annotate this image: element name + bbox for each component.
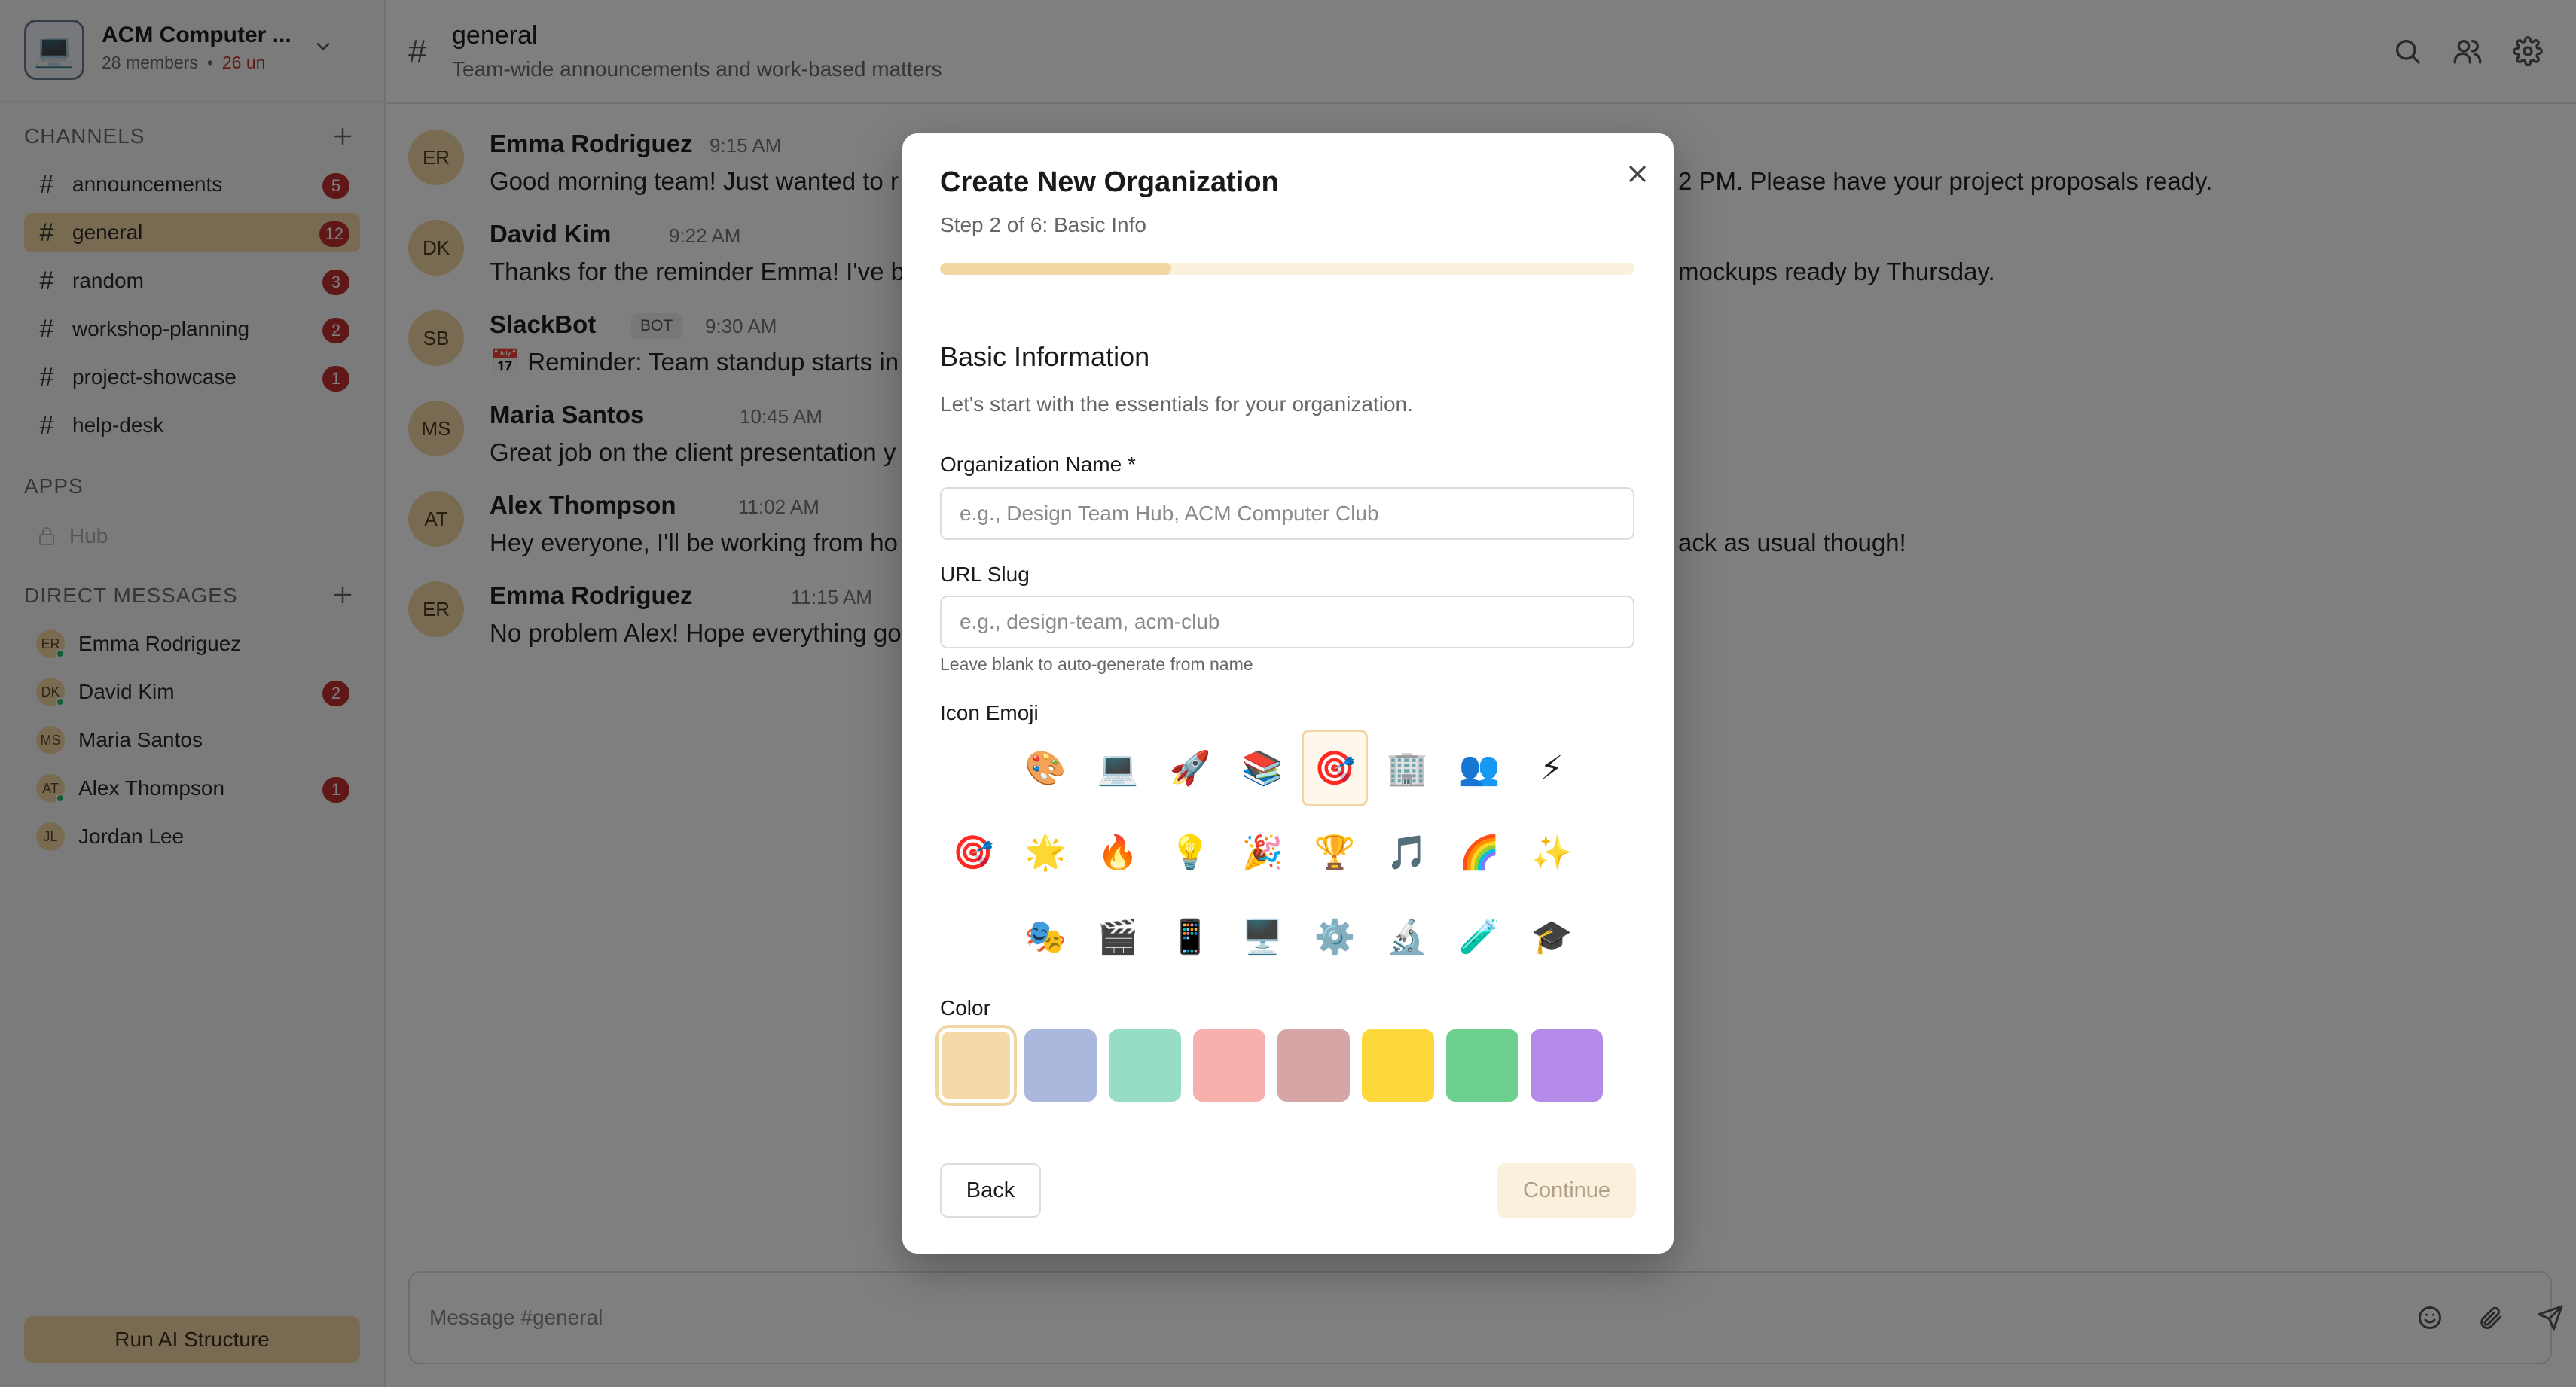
- emoji-option[interactable]: 🎯: [1302, 730, 1368, 806]
- continue-button[interactable]: Continue: [1497, 1163, 1636, 1218]
- color-swatch[interactable]: [1446, 1029, 1518, 1102]
- emoji-option[interactable]: 🏢: [1374, 730, 1440, 806]
- emoji-option[interactable]: 🎉: [1229, 814, 1296, 891]
- emoji-option[interactable]: 🖥️: [1229, 898, 1296, 975]
- modal-step: Step 2 of 6: Basic Info: [940, 213, 1146, 236]
- emoji-option[interactable]: 🎬: [1085, 898, 1151, 975]
- emoji-option[interactable]: 🧪: [1446, 898, 1512, 975]
- emoji-option[interactable]: 🔥: [1085, 814, 1151, 891]
- color-swatch[interactable]: [935, 1025, 1017, 1106]
- color-swatch[interactable]: [1531, 1029, 1603, 1102]
- slug-hint: Leave blank to auto-generate from name: [940, 654, 1253, 674]
- back-button[interactable]: Back: [940, 1163, 1041, 1218]
- emoji-option[interactable]: 👥: [1446, 730, 1512, 806]
- progress-fill: [940, 263, 1172, 275]
- emoji-option[interactable]: ✨: [1518, 814, 1585, 891]
- emoji-option[interactable]: 🎓: [1518, 898, 1585, 975]
- emoji-option[interactable]: 🚀: [1157, 730, 1223, 806]
- emoji-option[interactable]: 🌈: [1446, 814, 1512, 891]
- emoji-option[interactable]: 🎨: [1012, 730, 1079, 806]
- color-label: Color: [940, 996, 990, 1020]
- color-swatch[interactable]: [1277, 1029, 1350, 1102]
- emoji-option[interactable]: 🎭: [1012, 898, 1079, 975]
- emoji-option[interactable]: 📱: [1157, 898, 1223, 975]
- emoji-option[interactable]: 🏆: [1302, 814, 1368, 891]
- emoji-option[interactable]: 🌟: [1012, 814, 1079, 891]
- emoji-option[interactable]: ⚙️: [1302, 898, 1368, 975]
- emoji-option[interactable]: ⚡: [1518, 730, 1585, 806]
- icon-emoji-label: Icon Emoji: [940, 701, 1039, 724]
- org-name-input[interactable]: [940, 487, 1634, 540]
- emoji-option[interactable]: 📚: [1229, 730, 1296, 806]
- emoji-option[interactable]: 💻: [1085, 730, 1151, 806]
- emoji-option[interactable]: 💡: [1157, 814, 1223, 891]
- create-organization-modal: Create New Organization Step 2 of 6: Bas…: [902, 133, 1674, 1254]
- emoji-option[interactable]: 🔬: [1374, 898, 1440, 975]
- color-swatch[interactable]: [1024, 1029, 1097, 1102]
- section-subtitle: Let's start with the essentials for your…: [940, 392, 1413, 416]
- modal-title: Create New Organization: [940, 166, 1279, 198]
- color-swatch[interactable]: [1362, 1029, 1434, 1102]
- section-title: Basic Information: [940, 341, 1150, 372]
- slug-input[interactable]: [940, 596, 1634, 648]
- emoji-option[interactable]: 🎯: [940, 814, 1006, 891]
- emoji-option[interactable]: 🎵: [1374, 814, 1440, 891]
- slug-label: URL Slug: [940, 562, 1030, 586]
- color-swatch[interactable]: [1193, 1029, 1265, 1102]
- color-swatch[interactable]: [1109, 1029, 1181, 1102]
- step-progress-bar: [940, 263, 1634, 275]
- org-name-label: Organization Name *: [940, 453, 1136, 476]
- close-icon[interactable]: [1624, 160, 1651, 187]
